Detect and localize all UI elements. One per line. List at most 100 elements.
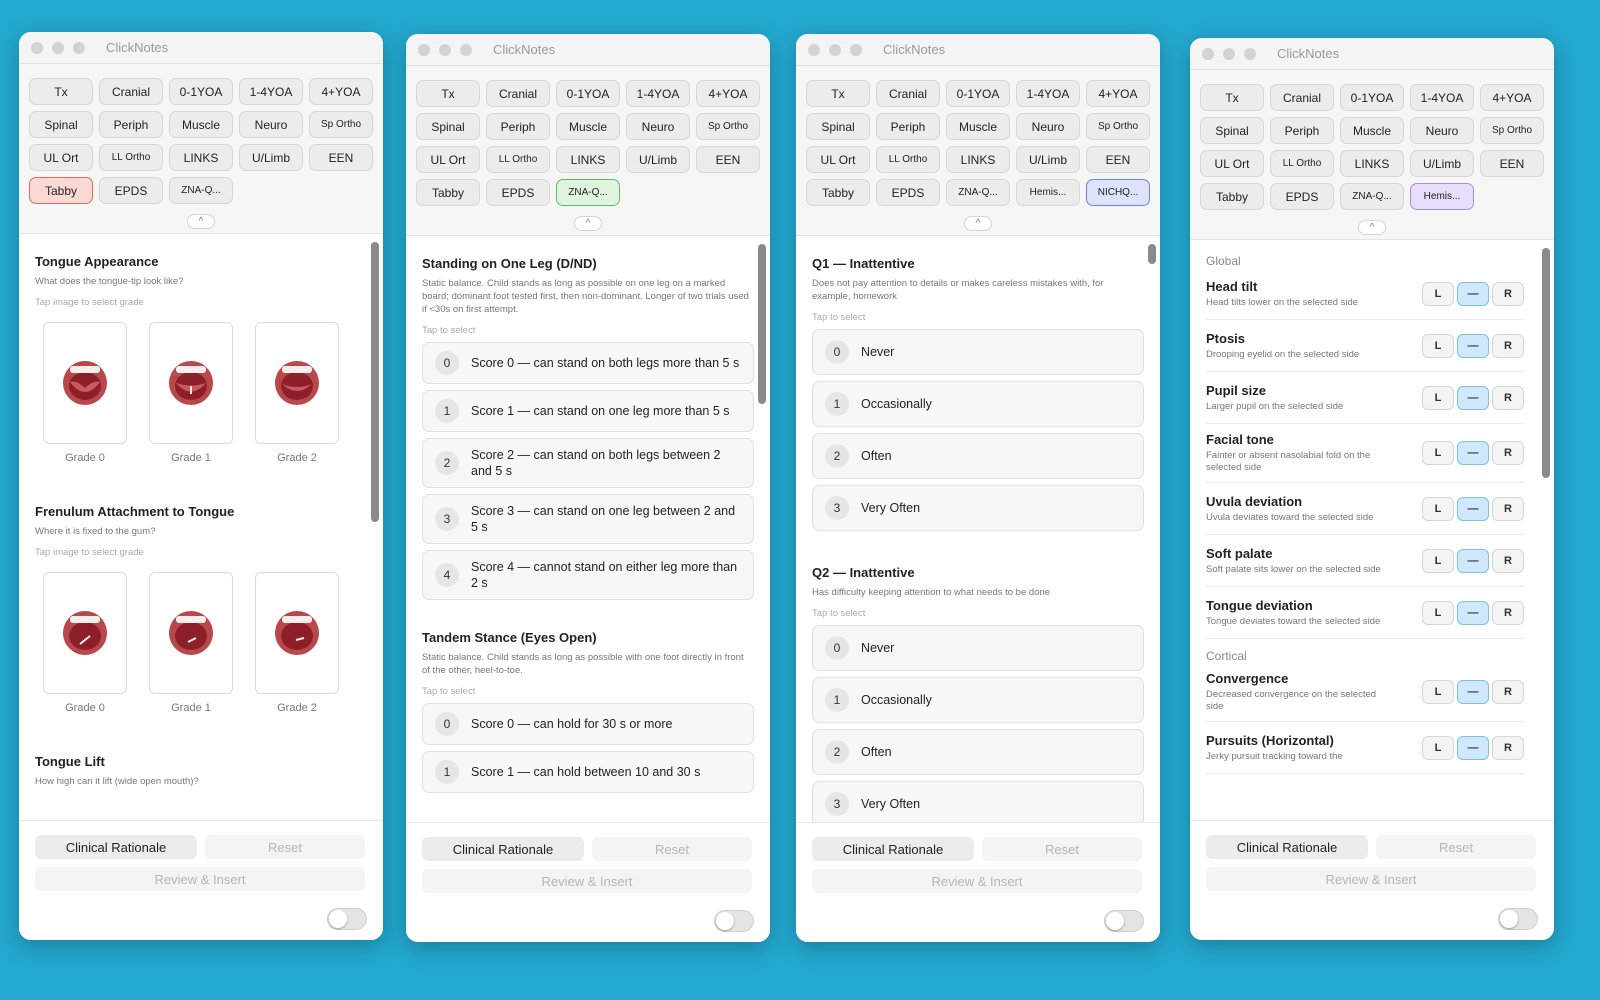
option-row[interactable]: 1 Occasionally bbox=[812, 381, 1144, 427]
grade-card[interactable]: Grade 2 bbox=[255, 572, 339, 714]
collapse-chevron-up-icon[interactable]: ^ bbox=[964, 216, 992, 231]
tab-tabby[interactable]: Tabby bbox=[29, 177, 93, 204]
tab-tx[interactable]: Tx bbox=[1200, 84, 1264, 111]
none-button[interactable]: — bbox=[1457, 735, 1489, 760]
tab-ul-ort[interactable]: UL Ort bbox=[416, 146, 480, 173]
tab-cranial[interactable]: Cranial bbox=[486, 80, 550, 107]
tab-links[interactable]: LINKS bbox=[1340, 150, 1404, 177]
content-scroll[interactable]: Tongue Appearance What does the tongue-t… bbox=[19, 228, 383, 820]
tab-neuro[interactable]: Neuro bbox=[239, 111, 303, 138]
tab-cranial[interactable]: Cranial bbox=[99, 78, 163, 105]
tab-periph[interactable]: Periph bbox=[99, 111, 163, 138]
left-button[interactable]: L bbox=[1422, 600, 1454, 625]
tab-spinal[interactable]: Spinal bbox=[806, 113, 870, 140]
left-button[interactable]: L bbox=[1422, 548, 1454, 573]
tab-ul-ort[interactable]: UL Ort bbox=[806, 146, 870, 173]
minimize-window-button[interactable] bbox=[52, 41, 64, 54]
none-button[interactable]: — bbox=[1457, 680, 1489, 704]
tab-neuro[interactable]: Neuro bbox=[626, 113, 690, 140]
title-bar[interactable]: ClickNotes bbox=[19, 32, 383, 64]
tab-u-limb[interactable]: U/Limb bbox=[1016, 146, 1080, 173]
tab-spinal[interactable]: Spinal bbox=[29, 111, 93, 138]
option-row[interactable]: 2 Often bbox=[812, 729, 1144, 775]
minimize-window-button[interactable] bbox=[829, 43, 841, 56]
content-scroll[interactable]: Global Head tilt Head tilts lower on the… bbox=[1190, 234, 1554, 820]
tab-0-1yoa[interactable]: 0-1YOA bbox=[946, 80, 1010, 107]
close-window-button[interactable] bbox=[31, 41, 43, 54]
option-row[interactable]: 0 Never bbox=[812, 625, 1144, 671]
tab-u-limb[interactable]: U/Limb bbox=[626, 146, 690, 173]
none-button[interactable]: — bbox=[1457, 600, 1489, 625]
title-bar[interactable]: ClickNotes bbox=[1190, 38, 1554, 70]
tab-epds[interactable]: EPDS bbox=[1270, 183, 1334, 210]
reset-button[interactable]: Reset bbox=[1376, 835, 1536, 859]
tab-tx[interactable]: Tx bbox=[29, 78, 93, 105]
tab-periph[interactable]: Periph bbox=[876, 113, 940, 140]
tab-cranial[interactable]: Cranial bbox=[1270, 84, 1334, 111]
mode-toggle[interactable] bbox=[327, 908, 367, 930]
tab-nichq[interactable]: NICHQ... bbox=[1086, 179, 1150, 206]
collapse-chevron-up-icon[interactable]: ^ bbox=[574, 216, 602, 231]
tab-ul-ort[interactable]: UL Ort bbox=[1200, 150, 1264, 177]
option-row[interactable]: 2 Often bbox=[812, 433, 1144, 479]
option-row[interactable]: 3 Very Often bbox=[812, 485, 1144, 531]
tab-ll-ortho[interactable]: LL Ortho bbox=[99, 144, 163, 171]
tab-een[interactable]: EEN bbox=[1480, 150, 1544, 177]
option-row[interactable]: 0 Score 0 — can stand on both legs more … bbox=[422, 342, 754, 384]
option-row[interactable]: 4 Score 4 — cannot stand on either leg m… bbox=[422, 550, 754, 600]
tab-periph[interactable]: Periph bbox=[486, 113, 550, 140]
mode-toggle[interactable] bbox=[1498, 908, 1538, 930]
mode-toggle[interactable] bbox=[714, 910, 754, 932]
tab-neuro[interactable]: Neuro bbox=[1016, 113, 1080, 140]
option-row[interactable]: 2 Score 2 — can stand on both legs betwe… bbox=[422, 438, 754, 488]
tab-neuro[interactable]: Neuro bbox=[1410, 117, 1474, 144]
option-row[interactable]: 0 Score 0 — can hold for 30 s or more bbox=[422, 703, 754, 745]
review-insert-button[interactable]: Review & Insert bbox=[422, 869, 752, 893]
right-button[interactable]: R bbox=[1492, 496, 1524, 521]
tab-0-1yoa[interactable]: 0-1YOA bbox=[169, 78, 233, 105]
scrollbar[interactable] bbox=[371, 242, 379, 522]
zoom-window-button[interactable] bbox=[73, 41, 85, 54]
minimize-window-button[interactable] bbox=[1223, 47, 1235, 60]
option-row[interactable]: 1 Occasionally bbox=[812, 677, 1144, 723]
content-scroll[interactable]: Standing on One Leg (D/ND) Static balanc… bbox=[406, 230, 770, 822]
option-row[interactable]: 3 Score 3 — can stand on one leg between… bbox=[422, 494, 754, 544]
zoom-window-button[interactable] bbox=[460, 43, 472, 56]
title-bar[interactable]: ClickNotes bbox=[406, 34, 770, 66]
grade-card[interactable]: Grade 2 bbox=[255, 322, 339, 464]
tab-spinal[interactable]: Spinal bbox=[416, 113, 480, 140]
tab-0-1yoa[interactable]: 0-1YOA bbox=[556, 80, 620, 107]
tab-1-4yoa[interactable]: 1-4YOA bbox=[1016, 80, 1080, 107]
none-button[interactable]: — bbox=[1457, 281, 1489, 306]
grade-card[interactable]: Grade 1 bbox=[149, 322, 233, 464]
tab-zna-q[interactable]: ZNA-Q... bbox=[946, 179, 1010, 206]
tab-hemis[interactable]: Hemis... bbox=[1410, 183, 1474, 210]
tab-epds[interactable]: EPDS bbox=[99, 177, 163, 204]
tab-ll-ortho[interactable]: LL Ortho bbox=[1270, 150, 1334, 177]
tab-hemis[interactable]: Hemis... bbox=[1016, 179, 1080, 206]
tab-sp-ortho[interactable]: Sp Ortho bbox=[309, 111, 373, 138]
tab-ll-ortho[interactable]: LL Ortho bbox=[876, 146, 940, 173]
minimize-window-button[interactable] bbox=[439, 43, 451, 56]
tab-1-4yoa[interactable]: 1-4YOA bbox=[239, 78, 303, 105]
none-button[interactable]: — bbox=[1457, 548, 1489, 573]
none-button[interactable]: — bbox=[1457, 385, 1489, 410]
tab-een[interactable]: EEN bbox=[696, 146, 760, 173]
right-button[interactable]: R bbox=[1492, 385, 1524, 410]
reset-button[interactable]: Reset bbox=[592, 837, 752, 861]
tab-1-4yoa[interactable]: 1-4YOA bbox=[1410, 84, 1474, 111]
tab-spinal[interactable]: Spinal bbox=[1200, 117, 1264, 144]
tongue-grade-0-image[interactable] bbox=[43, 322, 127, 444]
review-insert-button[interactable]: Review & Insert bbox=[35, 867, 365, 891]
frenulum-grade-2-image[interactable] bbox=[255, 572, 339, 694]
tab-muscle[interactable]: Muscle bbox=[946, 113, 1010, 140]
tab-zna-q[interactable]: ZNA-Q... bbox=[1340, 183, 1404, 210]
scrollbar[interactable] bbox=[1148, 244, 1156, 264]
tab-een[interactable]: EEN bbox=[309, 144, 373, 171]
right-button[interactable]: R bbox=[1492, 333, 1524, 358]
tab-sp-ortho[interactable]: Sp Ortho bbox=[1086, 113, 1150, 140]
review-insert-button[interactable]: Review & Insert bbox=[1206, 867, 1536, 891]
tab-links[interactable]: LINKS bbox=[946, 146, 1010, 173]
left-button[interactable]: L bbox=[1422, 735, 1454, 760]
tab-muscle[interactable]: Muscle bbox=[556, 113, 620, 140]
